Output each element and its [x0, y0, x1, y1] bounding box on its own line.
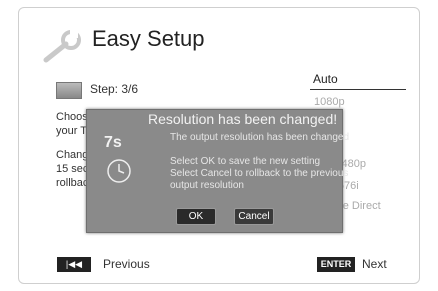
previous-label[interactable]: Previous	[103, 257, 150, 271]
selection-underline	[310, 89, 406, 90]
description-line: Chang	[56, 149, 89, 161]
enter-key-icon[interactable]: ENTER	[317, 257, 355, 272]
cancel-button[interactable]: Cancel	[234, 208, 274, 225]
previous-key-icon[interactable]: |◀◀	[57, 257, 91, 272]
step-indicator: Step: 3/6	[90, 82, 139, 96]
page-title: Easy Setup	[92, 26, 205, 51]
dialog-message: Select OK to save the new setting	[170, 156, 321, 167]
next-label[interactable]: Next	[362, 257, 387, 271]
step-icon	[56, 82, 82, 99]
clock-icon	[107, 159, 131, 183]
description-line: 15 sec	[56, 163, 89, 175]
ok-button[interactable]: OK	[176, 208, 216, 225]
countdown-text: 7s	[104, 134, 122, 151]
dialog-message: Select Cancel to rollback to the previou…	[170, 168, 349, 179]
resolution-option[interactable]: 1080p	[314, 96, 345, 108]
wrench-icon	[43, 30, 81, 63]
dialog-message: The output resolution has been changed	[170, 132, 350, 143]
dialog-message: output resolution	[170, 180, 244, 191]
dialog-title: Resolution has been changed!	[148, 111, 338, 127]
resolution-selected[interactable]: Auto	[313, 72, 338, 86]
description-line: your T	[56, 125, 87, 137]
description-line: rollbac	[56, 177, 89, 189]
